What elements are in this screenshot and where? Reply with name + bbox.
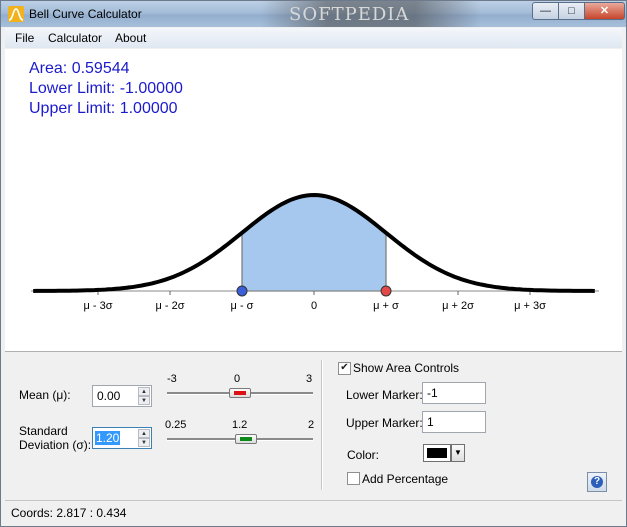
menu-about[interactable]: About bbox=[115, 31, 146, 45]
coords-readout: Coords: 2.817 : 0.434 bbox=[11, 506, 127, 520]
upper-marker-handle[interactable] bbox=[380, 285, 392, 297]
std-label-line2: Deviation (σ): bbox=[19, 438, 92, 452]
bell-curve-canvas[interactable]: Area: 0.59544 Lower Limit: -1.00000 Uppe… bbox=[5, 49, 622, 352]
axis-tick-label: μ + 3σ bbox=[514, 300, 546, 312]
help-icon: ? bbox=[591, 476, 603, 488]
watermark: SOFTPEDIA bbox=[261, 1, 481, 27]
axis-tick-label: μ - σ bbox=[231, 300, 254, 312]
maximize-icon: □ bbox=[568, 5, 575, 17]
close-icon: ✕ bbox=[599, 5, 610, 17]
std-slider-max-label: 2 bbox=[308, 419, 315, 431]
std-slider-mid-label: 1.2 bbox=[232, 419, 248, 431]
window-title: Bell Curve Calculator bbox=[29, 7, 142, 21]
bell-curve-app-icon bbox=[8, 6, 24, 22]
menu-bar: File Calculator About bbox=[5, 28, 622, 48]
mean-down-icon[interactable]: ▼ bbox=[138, 396, 150, 405]
std-slider-grip bbox=[240, 437, 253, 441]
std-up-icon[interactable]: ▲ bbox=[138, 429, 150, 438]
axis-tick-label: μ - 2σ bbox=[155, 300, 184, 312]
menu-file[interactable]: File bbox=[15, 31, 34, 45]
minimize-icon: — bbox=[540, 5, 551, 17]
bell-curve-plot: μ - 3σ μ - 2σ μ - σ 0 μ + σ μ + 2σ μ + 3σ bbox=[31, 192, 599, 312]
std-slider-min-label: 0.25 bbox=[165, 419, 187, 431]
mean-slider-grip bbox=[234, 391, 246, 395]
mean-slider-min-label: -3 bbox=[167, 373, 177, 385]
color-swatch-fill bbox=[427, 448, 447, 458]
axis-tick-label: μ + σ bbox=[373, 300, 399, 312]
chevron-down-icon: ▼ bbox=[454, 448, 462, 457]
app-window: SOFTPEDIA Bell Curve Calculator — □ ✕ Fi… bbox=[0, 0, 627, 527]
show-area-controls-checkbox[interactable]: ✔ bbox=[338, 362, 351, 375]
std-value: 1.20 bbox=[95, 431, 121, 445]
help-button[interactable]: ? bbox=[587, 472, 607, 492]
lower-marker-handle[interactable] bbox=[236, 285, 248, 297]
lower-marker-label: Lower Marker: bbox=[346, 388, 423, 402]
color-label: Color: bbox=[347, 448, 380, 462]
maximize-button[interactable]: □ bbox=[558, 2, 585, 20]
upper-marker-label: Upper Marker: bbox=[346, 416, 423, 430]
title-bar[interactable]: SOFTPEDIA Bell Curve Calculator — □ ✕ bbox=[1, 1, 626, 27]
color-swatch[interactable] bbox=[423, 444, 451, 462]
axis-tick-label: μ + 2σ bbox=[442, 300, 474, 312]
std-input[interactable]: 1.20 ▲ ▼ bbox=[92, 427, 152, 449]
menu-calculator[interactable]: Calculator bbox=[48, 31, 102, 45]
mean-slider-thumb[interactable] bbox=[229, 388, 251, 398]
controls-panel: Mean (μ): 0.00 ▲ ▼ -3 0 3 Standard Devia… bbox=[5, 352, 622, 497]
add-percentage-label[interactable]: Add Percentage bbox=[362, 472, 448, 486]
upper-marker-input[interactable] bbox=[422, 411, 486, 433]
mean-value: 0.00 bbox=[97, 389, 121, 403]
mean-input[interactable]: 0.00 ▲ ▼ bbox=[92, 385, 152, 407]
mean-slider-mid-label: 0 bbox=[234, 373, 241, 385]
mean-up-icon[interactable]: ▲ bbox=[138, 387, 150, 396]
watermark-text: SOFTPEDIA bbox=[289, 4, 410, 25]
mean-label: Mean (μ): bbox=[19, 388, 71, 402]
status-bar: Coords: 2.817 : 0.434 bbox=[5, 500, 622, 523]
close-button[interactable]: ✕ bbox=[584, 2, 625, 20]
std-down-icon[interactable]: ▼ bbox=[138, 438, 150, 447]
minimize-button[interactable]: — bbox=[532, 2, 559, 20]
std-slider-thumb[interactable] bbox=[235, 434, 258, 444]
shaded-area bbox=[241, 194, 387, 292]
lower-marker-input[interactable] bbox=[422, 382, 486, 404]
add-percentage-checkbox[interactable] bbox=[347, 472, 360, 485]
show-area-controls-label[interactable]: Show Area Controls bbox=[353, 361, 459, 375]
axis-tick-label: μ - 3σ bbox=[83, 300, 112, 312]
panel-divider bbox=[321, 360, 323, 490]
color-dropdown-button[interactable]: ▼ bbox=[451, 444, 465, 462]
axis-tick-label: 0 bbox=[311, 300, 317, 312]
mean-slider-max-label: 3 bbox=[306, 373, 313, 385]
std-label-line1: Standard bbox=[19, 424, 68, 438]
